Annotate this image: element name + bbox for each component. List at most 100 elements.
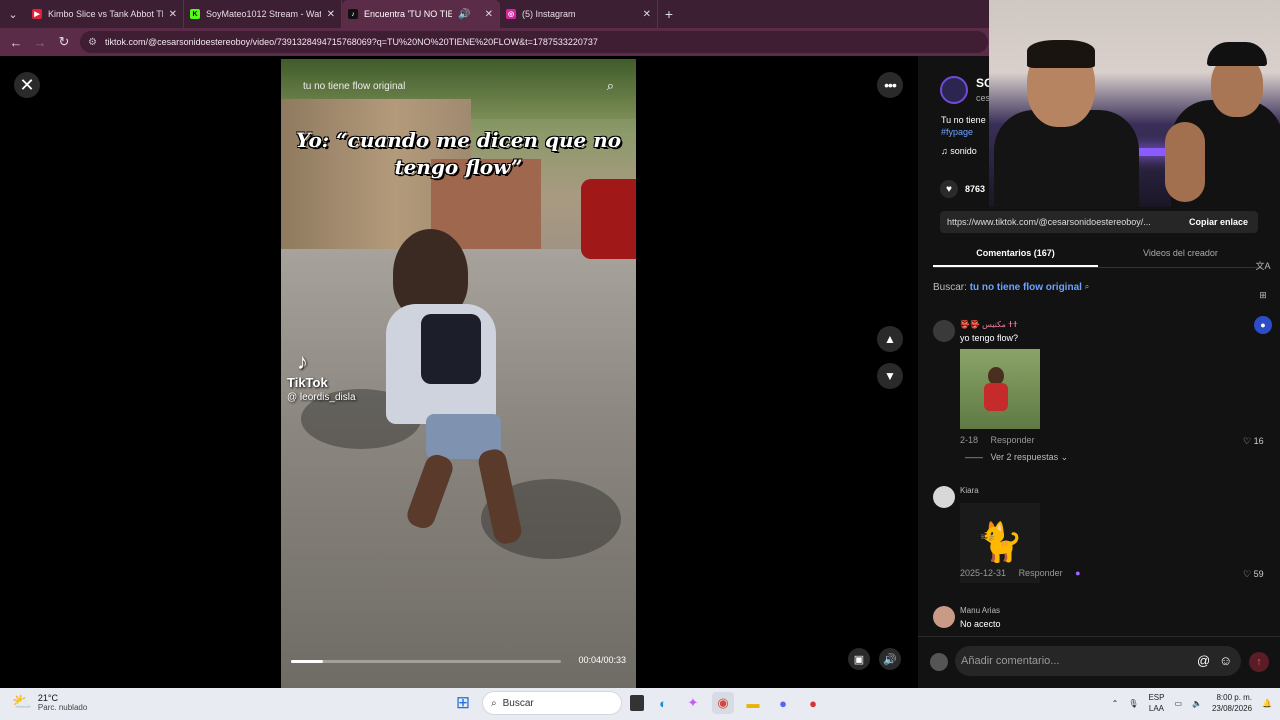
microphone-icon[interactable]: 🎙	[1128, 699, 1138, 708]
close-tab-icon[interactable]: ✕	[485, 9, 493, 20]
comment-gif[interactable]	[960, 349, 1040, 429]
new-tab-icon[interactable]: +	[658, 6, 680, 22]
close-tab-icon[interactable]: ✕	[169, 9, 177, 20]
edge-icon[interactable]: ◐	[652, 692, 674, 714]
url-field[interactable]: ⚙ tiktok.com/@cesarsonidoestereoboy/vide…	[80, 31, 988, 53]
weather-widget[interactable]: ⛅ 21°C Parc. nublado	[12, 692, 87, 712]
comment-like-button[interactable]: ♡ 59	[1243, 569, 1264, 580]
miniplayer-icon[interactable]: ▣	[848, 648, 870, 670]
creator-handle[interactable]: ces	[976, 93, 990, 103]
tiktok-icon: ♪	[348, 9, 358, 19]
tab-creator-videos[interactable]: Videos del creador	[1098, 242, 1263, 267]
view-replies-button[interactable]: —— Ver 2 respuestas ⌄	[965, 452, 1068, 463]
audio-icon[interactable]: 🔊	[458, 9, 470, 20]
partly-cloudy-icon: ⛅	[12, 694, 32, 711]
tab-title: (5) Instagram	[522, 9, 576, 19]
file-explorer-icon[interactable]: ▬	[742, 692, 764, 714]
copy-link-button[interactable]: Copiar enlace	[1179, 217, 1258, 227]
tab-tiktok[interactable]: ♪ Encuentra 'TU NO TIENE FL 🔊 ✕	[342, 0, 500, 28]
hashtag-link[interactable]: #fypage	[941, 126, 986, 138]
search-icon[interactable]: ⌕	[607, 78, 614, 94]
chrome-icon[interactable]: ◉	[712, 692, 734, 714]
clock-date: 23/08/2026	[1211, 704, 1253, 713]
translate-icon[interactable]: 文A	[1254, 256, 1272, 274]
clock[interactable]: 8:00 p. m. 23/08/2026	[1212, 692, 1252, 714]
tab-instagram[interactable]: ◎ (5) Instagram ✕	[500, 0, 658, 28]
comment-date: 2025-12-31	[960, 568, 1007, 578]
close-tab-icon[interactable]: ✕	[327, 9, 335, 20]
heart-outline-icon: ♡	[1243, 569, 1252, 579]
comment-text: No acecto	[960, 619, 1001, 629]
video-player[interactable]: tu no tiene flow original ⌕ Yo: “cuando …	[281, 59, 636, 688]
like-count: 8763	[965, 184, 986, 194]
notification-icon[interactable]: 🔔	[1262, 699, 1272, 708]
kick-icon: K	[190, 9, 200, 19]
forward-icon[interactable]: →	[28, 35, 52, 50]
copilot-icon[interactable]: ✦	[682, 692, 704, 714]
more-options-icon[interactable]: •••	[877, 72, 903, 98]
back-icon[interactable]: ←	[4, 35, 28, 50]
weather-text: Parc. nublado	[37, 702, 88, 712]
mention-icon[interactable]: @	[1197, 653, 1210, 668]
comment-user[interactable]: Kiara	[960, 486, 979, 495]
avatar[interactable]	[933, 486, 955, 508]
volume-icon[interactable]: 🔈	[1192, 699, 1202, 708]
site-info-icon[interactable]: ⚙	[88, 37, 97, 48]
share-url[interactable]: https://www.tiktok.com/@cesarsonidoester…	[947, 217, 1179, 227]
video-search-bar[interactable]: tu no tiene flow original ⌕	[291, 75, 626, 97]
reply-button[interactable]: Responder	[991, 435, 1035, 445]
app-icon[interactable]: ●	[802, 692, 824, 714]
my-avatar	[930, 653, 948, 671]
comment-like-count: 59	[1253, 569, 1264, 579]
comment-input[interactable]: Añadir comentario... @ ☺	[955, 646, 1241, 676]
taskbar: ⛅ 21°C Parc. nublado ⊞ ⌕ Buscar ◐ ✦ ◉ ▬ …	[0, 688, 1280, 720]
description-text: Tu no tiene	[941, 115, 986, 125]
discord-icon[interactable]: ●	[772, 692, 794, 714]
tab-comments[interactable]: Comentarios (167)	[933, 242, 1098, 267]
reload-icon[interactable]: ↻	[52, 34, 76, 50]
task-view-icon[interactable]	[630, 695, 644, 711]
previous-video-icon[interactable]: ▲	[877, 326, 903, 352]
sound-link[interactable]: ♫ sonido	[941, 146, 977, 156]
comment-like-button[interactable]: ♡ 16	[1243, 436, 1264, 447]
tab-kimbo[interactable]: ▶ Kimbo Slice vs Tank Abbot Thro ✕	[26, 0, 184, 28]
search-query[interactable]: tu no tiene flow original	[970, 282, 1082, 293]
emoji-icon[interactable]: ☺	[1219, 653, 1232, 668]
tab-kick[interactable]: K SoyMateo1012 Stream - Watch ✕	[184, 0, 342, 28]
windows-start-icon[interactable]: ⊞	[452, 692, 474, 714]
taskbar-search[interactable]: ⌕ Buscar	[482, 691, 622, 715]
comment-like-count: 16	[1253, 436, 1264, 446]
language-indicator[interactable]: ESP LAA	[1148, 692, 1164, 714]
avatar[interactable]	[933, 606, 955, 628]
tab-search-icon[interactable]: ⌄	[0, 0, 26, 28]
comment-user[interactable]: 👺👺 مكنيس 🕇🕇	[960, 320, 1018, 330]
avatar[interactable]	[933, 320, 955, 342]
video-progress-bar[interactable]	[291, 660, 561, 663]
next-video-icon[interactable]: ▼	[877, 363, 903, 389]
comment-item: Manu Arias No acecto	[933, 606, 1273, 634]
volume-icon[interactable]: 🔊	[879, 648, 901, 670]
chevron-up-icon[interactable]: ⌃	[1112, 699, 1119, 708]
comment-meta: 2025-12-31 Responder ●	[960, 568, 1091, 578]
taskbar-search-text: Buscar	[502, 697, 534, 709]
cam-person-right-cap	[1207, 42, 1267, 66]
comment-text: yo tengo flow?	[960, 333, 1019, 343]
like-button[interactable]: ♥ 8763	[940, 180, 985, 198]
creator-badge-icon: ●	[1075, 568, 1081, 578]
close-icon[interactable]: ✕	[14, 72, 40, 98]
creator-avatar[interactable]	[940, 76, 968, 104]
comment-user[interactable]: Manu Arias	[960, 606, 1000, 615]
watermark-text: TikTok	[287, 375, 328, 390]
search-icon: ⌕	[491, 697, 497, 709]
system-tray: ⌃ 🎙 ESP LAA ▭ 🔈 8:00 p. m. 23/08/2026 🔔	[1112, 692, 1272, 714]
cam-person-right-arm	[1165, 122, 1205, 202]
comment-item: Kiara 🐈 2025-12-31 Responder ● ♡ 59	[933, 486, 1273, 586]
comment-composer: Añadir comentario... @ ☺ ↑	[918, 636, 1280, 688]
clock-time: 8:00 p. m.	[1216, 693, 1253, 702]
extension-icon[interactable]: ⊞	[1254, 286, 1272, 304]
post-comment-button[interactable]: ↑	[1249, 652, 1269, 672]
network-icon[interactable]: ▭	[1174, 699, 1182, 708]
close-tab-icon[interactable]: ✕	[643, 9, 651, 20]
reply-button[interactable]: Responder	[1019, 568, 1063, 578]
video-frame-child-vest	[421, 314, 481, 384]
